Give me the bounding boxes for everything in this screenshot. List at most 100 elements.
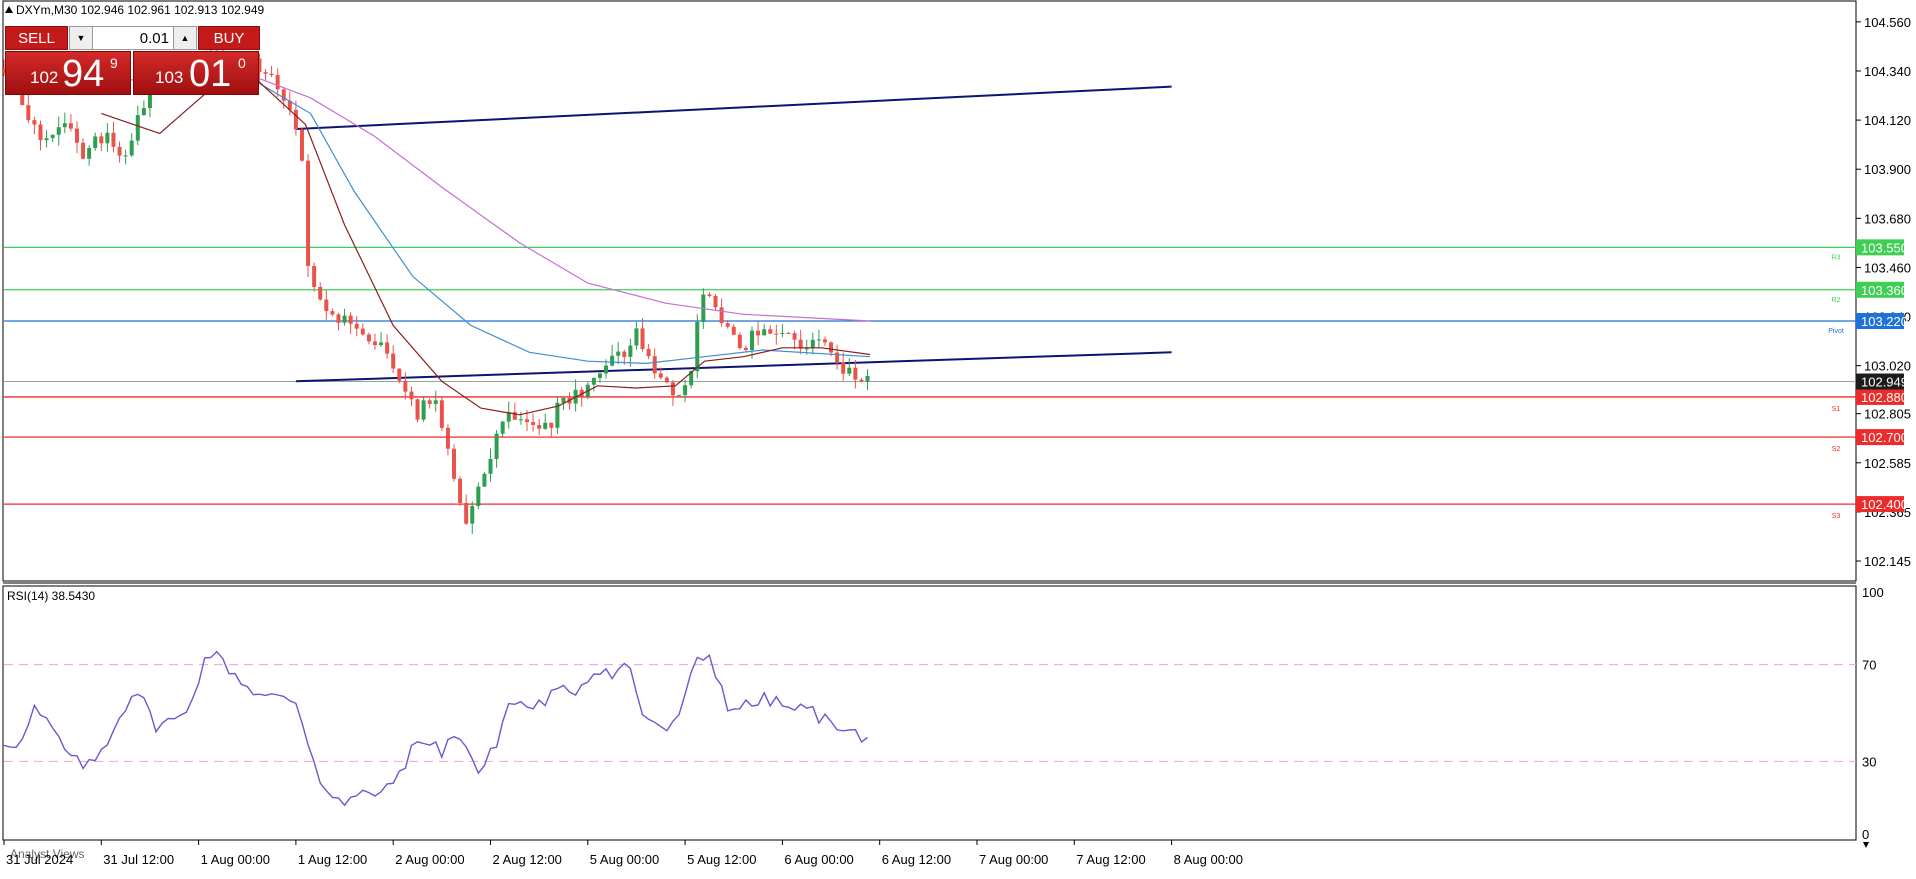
ask-price-main: 01 bbox=[189, 53, 232, 95]
candle-body bbox=[117, 146, 122, 156]
candle bbox=[318, 282, 323, 301]
time-axis-label: 31 Jul 12:00 bbox=[103, 852, 174, 867]
candle bbox=[336, 312, 341, 331]
candle-body bbox=[409, 391, 414, 400]
candle bbox=[816, 329, 821, 349]
price-chart[interactable]: 104.560 104.340 104.120 103.900 103.680 103.4… bbox=[0, 0, 1916, 874]
candle-body bbox=[829, 342, 834, 353]
candle-body bbox=[658, 373, 663, 378]
ask-price-quote[interactable]: 103 01 0 bbox=[133, 51, 259, 95]
candle-body bbox=[397, 368, 402, 381]
candle-body bbox=[677, 395, 682, 397]
candle bbox=[798, 329, 803, 355]
rsi-line bbox=[3, 650, 868, 807]
bid-price-quote[interactable]: 102 94 9 bbox=[5, 51, 131, 95]
chart-root[interactable]: 104.560 104.340 104.120 103.900 103.680 103.4… bbox=[0, 0, 1916, 874]
trendline-1[interactable] bbox=[295, 85, 1172, 131]
candle-body bbox=[56, 127, 61, 135]
candle-body bbox=[731, 326, 736, 335]
candle-body bbox=[433, 400, 438, 404]
candle bbox=[141, 100, 146, 116]
candle bbox=[99, 132, 104, 151]
lot-increase-icon[interactable]: ▲ bbox=[173, 27, 196, 49]
candles bbox=[2, 41, 870, 534]
candle-body bbox=[804, 348, 809, 350]
candle bbox=[129, 133, 134, 158]
collapse-arrow-icon[interactable] bbox=[5, 6, 13, 13]
candle bbox=[555, 396, 560, 434]
trendline-2[interactable] bbox=[295, 351, 1172, 383]
level-tag-s3: S3 bbox=[1832, 513, 1841, 520]
candle bbox=[646, 344, 651, 359]
candle bbox=[87, 145, 92, 166]
candle bbox=[634, 321, 639, 350]
candle bbox=[62, 112, 67, 134]
candle bbox=[476, 482, 481, 510]
candle bbox=[81, 138, 86, 160]
sell-button[interactable]: SELL bbox=[5, 26, 68, 50]
candle-body bbox=[299, 129, 304, 161]
candle bbox=[640, 317, 645, 352]
candle bbox=[470, 501, 475, 534]
candle-body bbox=[622, 351, 627, 357]
level-price-label: 103.550 bbox=[1861, 240, 1908, 255]
candle-body bbox=[774, 333, 779, 335]
candle bbox=[822, 336, 827, 346]
level-tag-pivot: Pivot bbox=[1828, 328, 1844, 335]
candle-body bbox=[841, 361, 846, 374]
candle bbox=[500, 420, 505, 438]
candle bbox=[664, 376, 669, 384]
candle-body bbox=[482, 473, 487, 487]
candle-body bbox=[847, 367, 852, 374]
candle-body bbox=[348, 315, 353, 324]
rsi-axis: 100 70 30 0 bbox=[1862, 585, 1884, 842]
candle-body bbox=[780, 332, 785, 334]
candle-body bbox=[105, 132, 110, 144]
level-price-label: 102.700 bbox=[1861, 430, 1908, 445]
price-axis-label: 102.805 bbox=[1864, 407, 1911, 422]
time-axis-label: 2 Aug 00:00 bbox=[395, 852, 464, 867]
candle-body bbox=[835, 352, 840, 362]
candle bbox=[68, 114, 73, 132]
candle bbox=[810, 332, 815, 355]
rsi-scroll-icon[interactable] bbox=[1863, 842, 1869, 848]
level-tag-r2: R2 bbox=[1832, 297, 1841, 304]
main-chart-frame bbox=[2, 0, 1857, 582]
candle bbox=[737, 332, 742, 350]
lot-size-input[interactable] bbox=[93, 27, 173, 51]
candle-body bbox=[713, 296, 718, 308]
candle-body bbox=[756, 330, 761, 336]
one-click-trading-panel: SELL ▼ ▲ BUY 102 94 9 103 01 0 bbox=[5, 26, 260, 96]
candle-body bbox=[263, 72, 268, 74]
rsi-axis-label: 0 bbox=[1862, 827, 1869, 842]
candle bbox=[756, 321, 761, 346]
candle bbox=[439, 397, 444, 432]
candle bbox=[786, 331, 791, 334]
candle bbox=[379, 332, 384, 347]
candle bbox=[841, 352, 846, 381]
candle bbox=[38, 120, 43, 151]
candle-body bbox=[646, 349, 651, 357]
rsi-chart-frame bbox=[2, 585, 1857, 841]
candle bbox=[543, 413, 548, 430]
buy-button[interactable]: BUY bbox=[198, 26, 260, 50]
candle bbox=[537, 418, 542, 436]
candle bbox=[847, 358, 852, 377]
candle-body bbox=[768, 329, 773, 334]
lot-size-field[interactable]: ▼ ▲ bbox=[69, 26, 197, 51]
time-axis: 31 Jul 2024 31 Jul 12:00 1 Aug 00:00 1 Aug … bbox=[3, 840, 1243, 867]
time-axis-label: 1 Aug 12:00 bbox=[298, 852, 367, 867]
price-axis-label: 103.680 bbox=[1864, 211, 1911, 226]
candle-body bbox=[360, 328, 365, 335]
candle bbox=[385, 334, 390, 359]
candle-body bbox=[737, 334, 742, 348]
lot-decrease-icon[interactable]: ▼ bbox=[70, 27, 93, 49]
candle-body bbox=[293, 109, 298, 130]
candle bbox=[518, 411, 523, 425]
candle bbox=[494, 429, 499, 468]
candle-body bbox=[372, 341, 377, 346]
candle-body bbox=[74, 128, 79, 143]
candle bbox=[743, 345, 748, 352]
candle bbox=[591, 377, 596, 392]
candle bbox=[403, 372, 408, 400]
